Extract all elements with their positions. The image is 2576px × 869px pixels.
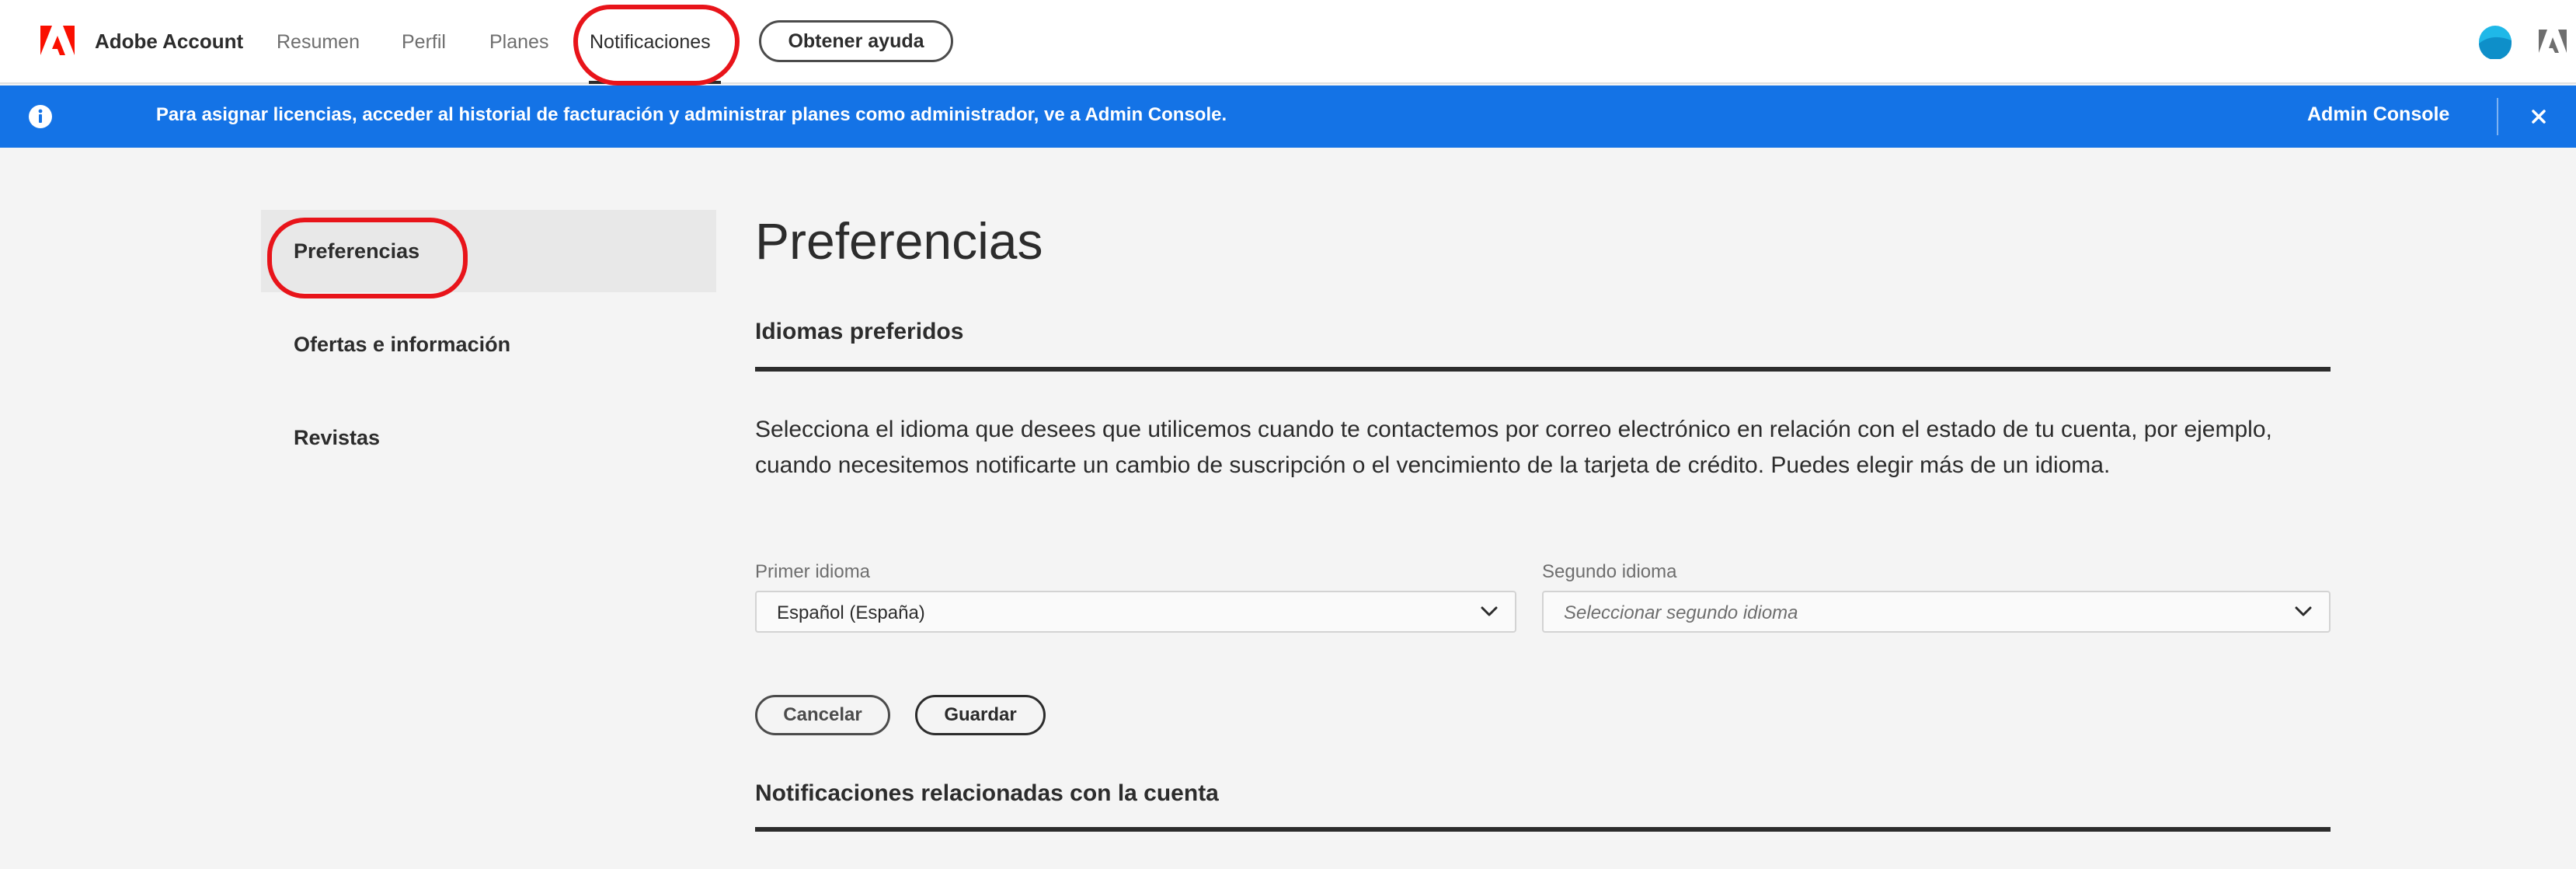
first-language-select[interactable]: Español (España) bbox=[755, 591, 1516, 633]
page-title: Preferencias bbox=[755, 212, 1043, 270]
languages-description: Selecciona el idioma que desees que util… bbox=[755, 417, 2272, 478]
section-divider bbox=[755, 827, 2331, 832]
nav-item-resumen[interactable]: Resumen bbox=[277, 28, 360, 56]
adobe-logo-icon bbox=[40, 26, 75, 55]
close-icon[interactable] bbox=[2526, 104, 2551, 129]
admin-info-banner: Para asignar licencias, acceder al histo… bbox=[0, 86, 2576, 148]
first-language-label: Primer idioma bbox=[755, 561, 871, 582]
chevron-down-icon bbox=[1481, 606, 1498, 616]
brand-name: Adobe Account bbox=[95, 29, 244, 53]
banner-divider bbox=[2497, 98, 2498, 135]
second-language-label: Segundo idioma bbox=[1542, 561, 1677, 582]
second-language-placeholder: Seleccionar segundo idioma bbox=[1564, 602, 1798, 623]
sidebar-item-preferencias[interactable]: Preferencias bbox=[261, 210, 716, 292]
section-heading-account-notifications: Notificaciones relacionadas con la cuent… bbox=[755, 780, 1219, 806]
first-language-value: Español (España) bbox=[777, 602, 925, 623]
nav-item-perfil[interactable]: Perfil bbox=[402, 28, 446, 56]
section-divider bbox=[755, 367, 2331, 372]
banner-message: Para asignar licencias, acceder al histo… bbox=[155, 104, 1227, 125]
admin-console-link[interactable]: Admin Console bbox=[2307, 103, 2449, 126]
sidebar-item-revistas[interactable]: Revistas bbox=[261, 396, 716, 479]
sidebar-item-ofertas[interactable]: Ofertas e información bbox=[261, 303, 716, 386]
second-language-select[interactable]: Seleccionar segundo idioma bbox=[1542, 591, 2331, 633]
avatar[interactable] bbox=[2477, 25, 2514, 59]
adobe-apps-icon[interactable] bbox=[2539, 30, 2567, 54]
brand[interactable]: Adobe Account bbox=[40, 26, 243, 57]
save-button[interactable]: Guardar bbox=[915, 695, 1046, 735]
get-help-button[interactable]: Obtener ayuda bbox=[759, 20, 953, 62]
cancel-button[interactable]: Cancelar bbox=[755, 695, 890, 735]
nav-item-notificaciones[interactable]: Notificaciones bbox=[590, 28, 711, 56]
nav-item-planes[interactable]: Planes bbox=[489, 28, 548, 56]
section-heading-languages: Idiomas preferidos bbox=[755, 319, 964, 344]
chevron-down-icon bbox=[2295, 606, 2312, 616]
top-navigation: Adobe Account Resumen Perfil Planes Noti… bbox=[0, 0, 2576, 84]
active-tab-indicator bbox=[589, 81, 721, 84]
